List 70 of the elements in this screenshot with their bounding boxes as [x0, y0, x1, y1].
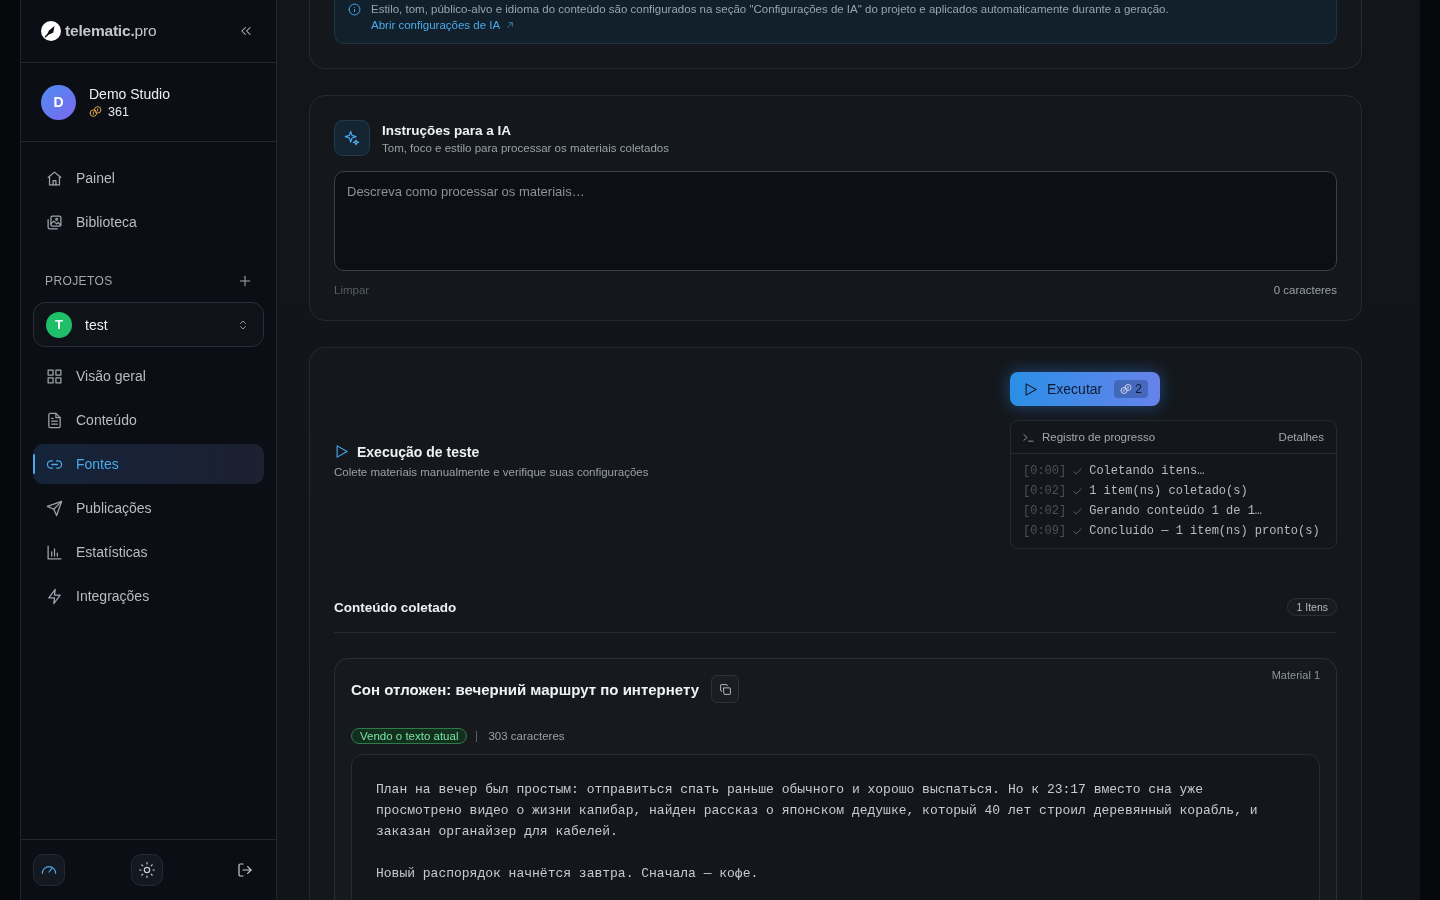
cost-count: 2 — [1135, 382, 1142, 396]
copy-button[interactable] — [711, 675, 740, 703]
nav-item[interactable]: Estatísticas — [33, 532, 264, 572]
projects-heading: PROJETOS — [45, 274, 113, 288]
log-message: Concluído — 1 item(ns) pronto(s) — [1089, 524, 1320, 538]
logo-icon — [41, 21, 61, 41]
copy-icon — [718, 682, 732, 696]
project-selector[interactable]: T test — [33, 302, 264, 347]
nav-item[interactable]: Publicações — [33, 488, 264, 528]
nav-item[interactable]: Conteúdo — [33, 400, 264, 440]
log-message: 1 item(ns) coletado(s) — [1089, 484, 1248, 498]
log-timestamp: [0:02] — [1023, 484, 1067, 498]
log-timestamp: [0:02] — [1023, 504, 1067, 518]
run-button[interactable]: Executar 2 — [1010, 372, 1160, 406]
nav-item[interactable]: Visão geral — [33, 356, 264, 396]
character-count: 0 caracteres — [1273, 284, 1337, 296]
project-avatar: T — [46, 311, 72, 338]
add-project-button[interactable] — [238, 274, 252, 288]
chevrons-up-down-icon — [237, 318, 249, 331]
arrow-up-right-icon — [506, 21, 515, 29]
log-message: Coletando itens… — [1089, 464, 1205, 478]
item-count: 1 Itens — [1287, 598, 1337, 616]
nav-item[interactable]: Integrações — [33, 576, 264, 616]
material-label: Material 1 — [1271, 669, 1320, 681]
theme-button[interactable] — [131, 854, 163, 886]
lightning-icon — [46, 587, 63, 605]
gauge-button[interactable] — [33, 854, 65, 886]
notice-text: Estilo, tom, público-alvo e idioma do conteúdo são configurados na seção "Configurações de IA" do projeto e aplicados automaticamente durante a geração. — [371, 2, 1169, 16]
sun-icon — [139, 862, 155, 878]
nav-item[interactable]: Fontes — [33, 444, 264, 484]
account-avatar: D — [41, 84, 76, 120]
coins-icon — [1120, 383, 1133, 395]
log-message: Gerando conteúdo 1 de 1… — [1089, 504, 1263, 518]
card-subtitle: Colete materiais manualmente e verifique suas configurações — [334, 465, 649, 478]
instructions-field[interactable]: Descreva como processar os materiais… — [334, 171, 1337, 271]
coins-icon — [89, 105, 102, 118]
material-title: Сон отложен: вечерний маршрут по интернету — [351, 680, 700, 698]
logo-text: telematic.pro — [65, 22, 157, 40]
card-title: Instruções para a IA — [382, 122, 513, 138]
section-title: Conteúdo coletado — [334, 599, 457, 615]
sparkles-icon — [334, 120, 370, 156]
document-icon — [46, 411, 63, 429]
info-icon — [348, 3, 361, 16]
log-title: Registro de progresso — [1042, 431, 1156, 443]
nav-item[interactable]: Biblioteca — [33, 202, 264, 242]
settings-link[interactable]: Abrir configurações de IA — [371, 19, 515, 31]
credits-count: 361 — [108, 104, 129, 119]
grid-icon — [46, 367, 63, 385]
log-timestamp: [0:09] — [1023, 524, 1067, 538]
images-icon — [46, 213, 63, 231]
details-link[interactable]: Detalhes — [1278, 431, 1324, 443]
play-icon — [1023, 381, 1038, 397]
material-paragraph: Новый распорядок начнётся завтра. Сначала — кофе. — [376, 865, 760, 883]
collapse-button[interactable] — [239, 24, 253, 38]
logout-icon — [237, 862, 253, 878]
character-count: 303 caracteres — [488, 730, 565, 742]
status-tag: Vendo o texto atual — [351, 728, 468, 744]
terminal-icon — [1023, 431, 1034, 443]
nav-item[interactable]: Painel — [33, 158, 264, 198]
card-title: Execução de teste — [357, 443, 480, 460]
material-paragraph: План на вечер был простым: отправиться спать раньше обычного и хорошо выспаться. Но к 23:17 вместо сна уже просмотрено видео о жизни капибар, найден рассказ о японском дедушке, который 40 лет строил деревянный корабль, и заказан органайзер для кабелей. — [376, 781, 1259, 841]
plus-icon — [238, 274, 252, 288]
account-name: Demo Studio — [89, 85, 170, 102]
log-timestamp: [0:00] — [1023, 464, 1067, 478]
home-icon — [46, 169, 63, 187]
card-subtitle: Tom, foco e estilo para processar os materiais coletados — [382, 141, 669, 154]
play-icon — [334, 444, 349, 459]
send-icon — [46, 499, 63, 517]
bar-chart-icon — [46, 543, 63, 561]
chevrons-left-icon — [239, 24, 253, 38]
